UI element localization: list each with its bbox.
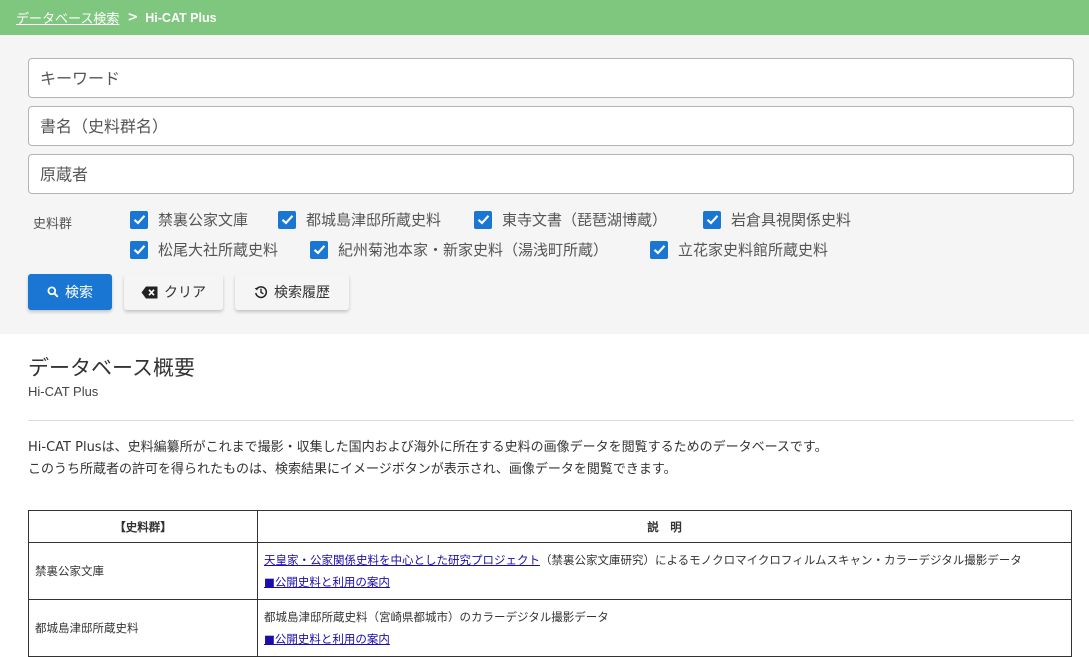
description-text: 都城島津邸所蔵史料（宮崎県都城市）のカラーデジタル撮影データ bbox=[264, 610, 609, 624]
search-history-button-label: 検索履歴 bbox=[274, 285, 330, 301]
table-header-row: 【史料群】 説 明 bbox=[28, 510, 1072, 543]
search-icon bbox=[47, 286, 59, 298]
usage-guide-link[interactable]: ■公開史料と利用の案内 bbox=[264, 575, 390, 589]
table-row: 禁裏公家文庫 天皇家・公家関係史料を中心とした研究プロジェクト（禁裏公家文庫研究… bbox=[28, 542, 1072, 600]
breadcrumb-link-database-search[interactable]: データベース検索 bbox=[16, 8, 119, 27]
collection-label: 東寺文書（琵琶湖博蔵） bbox=[502, 211, 668, 229]
collection-label: 松尾大社所蔵史料 bbox=[158, 241, 279, 259]
overview-subtitle: Hi-CAT Plus bbox=[28, 384, 99, 399]
collection-label: 紀州菊池本家・新家史料（湯浅町所蔵） bbox=[338, 241, 609, 259]
table-header-description: 説 明 bbox=[257, 510, 1072, 543]
breadcrumb: データベース検索 > Hi-CAT Plus bbox=[0, 0, 1089, 35]
usage-guide-link[interactable]: ■公開史料と利用の案内 bbox=[264, 632, 390, 646]
collections-table: 【史料群】 説 明 禁裏公家文庫 天皇家・公家関係史料を中心とした研究プロジェク… bbox=[28, 510, 1072, 657]
collection-label: 都城島津邸所蔵史料 bbox=[306, 211, 442, 229]
search-button[interactable]: 検索 bbox=[28, 274, 112, 310]
owner-field bbox=[28, 154, 1074, 194]
keyword-field bbox=[28, 58, 1074, 98]
collection-name-cell: 禁裏公家文庫 bbox=[28, 542, 258, 600]
history-icon bbox=[254, 285, 268, 299]
collection-checkbox-matsuo[interactable]: 松尾大社所蔵史料 bbox=[130, 239, 278, 260]
search-history-button[interactable]: 検索履歴 bbox=[235, 274, 349, 310]
search-button-label: 検索 bbox=[65, 285, 93, 301]
collection-checkbox-iwakura[interactable]: 岩倉具視関係史料 bbox=[703, 209, 851, 230]
checkbox-checked-icon bbox=[474, 210, 492, 229]
overview-description: Hi-CAT Plusは、史料編纂所がこれまで撮影・収集した国内および海外に所在… bbox=[28, 437, 828, 481]
collections-label: 史料群 bbox=[33, 217, 73, 232]
title-input[interactable] bbox=[40, 116, 1062, 136]
collection-checkbox-miyakonojo[interactable]: 都城島津邸所蔵史料 bbox=[278, 209, 441, 230]
collection-checkbox-tachibana[interactable]: 立花家史料館所蔵史料 bbox=[650, 239, 828, 260]
collection-description-cell: 都城島津邸所蔵史料（宮崎県都城市）のカラーデジタル撮影データ ■公開史料と利用の… bbox=[257, 599, 1072, 657]
checkbox-checked-icon bbox=[310, 240, 328, 259]
checkbox-checked-icon bbox=[703, 210, 721, 229]
checkbox-checked-icon bbox=[130, 240, 148, 259]
description-line: このうち所蔵者の許可を得られたものは、検索結果にイメージボタンが表示され、画像デ… bbox=[28, 462, 677, 477]
description-text: （禁裏公家文庫研究）によるモノクロマイクロフィルムスキャン・カラーデジタル撮影デ… bbox=[540, 553, 1022, 567]
search-panel: 史料群 禁裏公家文庫 都城島津邸所蔵史料 東寺文書（琵琶湖博蔵） 岩倉具視関係史… bbox=[0, 35, 1089, 334]
overview-title: データベース概要 bbox=[28, 356, 195, 380]
clear-button-label: クリア bbox=[164, 285, 206, 301]
checkbox-checked-icon bbox=[130, 210, 148, 229]
checkbox-checked-icon bbox=[278, 210, 296, 229]
owner-input[interactable] bbox=[40, 164, 1062, 184]
clear-button[interactable]: クリア bbox=[124, 274, 223, 310]
collection-checkbox-kinri[interactable]: 禁裏公家文庫 bbox=[130, 209, 248, 230]
collection-label: 立花家史料館所蔵史料 bbox=[678, 241, 829, 259]
collection-checkbox-kikuchi[interactable]: 紀州菊池本家・新家史料（湯浅町所蔵） bbox=[310, 239, 608, 260]
breadcrumb-current: Hi-CAT Plus bbox=[145, 10, 217, 25]
collection-label: 岩倉具視関係史料 bbox=[731, 211, 852, 229]
keyword-input[interactable] bbox=[40, 68, 1062, 88]
project-link[interactable]: 天皇家・公家関係史料を中心とした研究プロジェクト bbox=[264, 553, 540, 567]
backspace-icon bbox=[141, 286, 158, 299]
table-header-collection: 【史料群】 bbox=[28, 510, 258, 543]
divider bbox=[28, 420, 1074, 421]
collection-label: 禁裏公家文庫 bbox=[158, 211, 249, 229]
description-line: Hi-CAT Plusは、史料編纂所がこれまで撮影・収集した国内および海外に所在… bbox=[28, 440, 828, 455]
breadcrumb-separator: > bbox=[127, 10, 139, 25]
collection-description-cell: 天皇家・公家関係史料を中心とした研究プロジェクト（禁裏公家文庫研究）によるモノク… bbox=[257, 542, 1072, 600]
collection-checkbox-toji[interactable]: 東寺文書（琵琶湖博蔵） bbox=[474, 209, 667, 230]
table-row: 都城島津邸所蔵史料 都城島津邸所蔵史料（宮崎県都城市）のカラーデジタル撮影データ… bbox=[28, 599, 1072, 657]
title-field bbox=[28, 106, 1074, 146]
collection-name-cell: 都城島津邸所蔵史料 bbox=[28, 599, 258, 657]
checkbox-checked-icon bbox=[650, 240, 668, 259]
